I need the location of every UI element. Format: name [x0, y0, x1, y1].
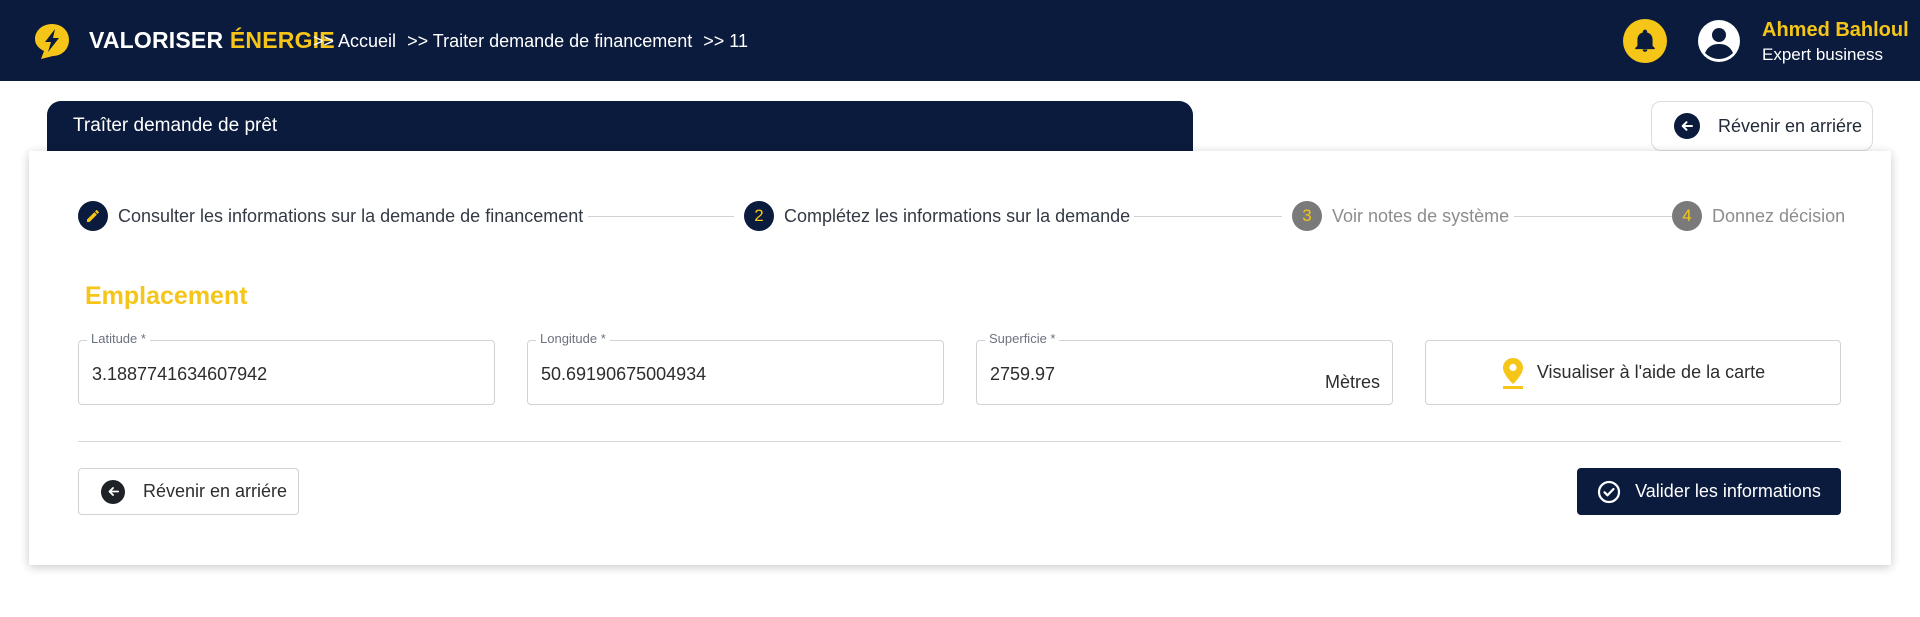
superficie-label: Superficie * [985, 331, 1060, 346]
step-connector [1134, 216, 1282, 217]
superficie-value[interactable]: 2759.97 [990, 364, 1055, 385]
account-circle-icon[interactable] [1697, 19, 1741, 63]
breadcrumb-home[interactable]: >> Accueil [313, 31, 396, 51]
divider [78, 441, 1841, 442]
step-3-badge: 3 [1292, 201, 1322, 231]
arrow-left-icon [1674, 113, 1700, 139]
lightning-logo-icon[interactable] [32, 21, 72, 61]
arrow-left-icon [101, 479, 125, 504]
step-3-label: Voir notes de système [1332, 205, 1510, 226]
back-button[interactable]: Révenir en arriére [78, 468, 299, 515]
map-pin-icon [1502, 357, 1523, 389]
superficie-field[interactable]: Superficie * 2759.97 Mètres [976, 331, 1393, 405]
bell-icon [1635, 29, 1655, 52]
step-2-label: Complétez les informations sur la demand… [784, 205, 1131, 226]
step-connector [588, 216, 734, 217]
validate-button[interactable]: Valider les informations [1577, 468, 1841, 515]
breadcrumb-current-id: >> 11 [703, 31, 748, 51]
step-connector [1514, 216, 1672, 217]
longitude-value[interactable]: 50.69190675004934 [541, 364, 706, 385]
notifications-button[interactable] [1623, 19, 1667, 63]
check-circle-icon [1598, 480, 1621, 503]
longitude-label: Longitude * [536, 331, 610, 346]
back-button-label: Révenir en arriére [143, 481, 288, 501]
back-button-top[interactable]: Révenir en arriére [1651, 101, 1873, 151]
breadcrumb: >> Accueil >> Traiter demande de finance… [313, 31, 754, 52]
latitude-value[interactable]: 3.1887741634607942 [92, 364, 267, 385]
step-4-label: Donnez décision [1712, 205, 1846, 226]
user-role: Expert business [1762, 45, 1883, 64]
step-3[interactable]: 3 Voir notes de système [1292, 201, 1509, 231]
superficie-unit: Mètres [1324, 372, 1380, 392]
latitude-label: Latitude * [87, 331, 150, 346]
view-on-map-label: Visualiser à l'aide de la carte [1536, 362, 1766, 382]
back-button-top-label: Révenir en arriére [1718, 115, 1863, 136]
brand-primary: VALORISER [89, 27, 224, 53]
step-4-badge: 4 [1672, 201, 1702, 231]
step-1-label: Consulter les informations sur la demand… [118, 205, 584, 226]
step-2-badge: 2 [744, 201, 774, 231]
latitude-field[interactable]: Latitude * 3.1887741634607942 [78, 331, 495, 405]
user-name: Ahmed Bahloul [1762, 19, 1909, 41]
step-1[interactable]: Consulter les informations sur la demand… [78, 201, 583, 231]
card-header: Traîter demande de prêt [47, 101, 1193, 153]
top-navbar: VALORISER ÉNERGIE >> Accueil >> Traiter … [0, 0, 1920, 81]
pencil-icon [78, 201, 108, 231]
longitude-field[interactable]: Longitude * 50.69190675004934 [527, 331, 944, 405]
step-4[interactable]: 4 Donnez décision [1672, 201, 1845, 231]
card-title: Traîter demande de prêt [73, 115, 278, 136]
validate-button-label: Valider les informations [1635, 481, 1821, 501]
view-on-map-button[interactable]: Visualiser à l'aide de la carte [1425, 340, 1841, 405]
breadcrumb-financing-requests[interactable]: >> Traiter demande de financement [407, 31, 692, 51]
step-2[interactable]: 2 Complétez les informations sur la dema… [744, 201, 1130, 231]
section-title: Emplacement [85, 282, 248, 310]
brand-name[interactable]: VALORISER ÉNERGIE [89, 27, 335, 54]
